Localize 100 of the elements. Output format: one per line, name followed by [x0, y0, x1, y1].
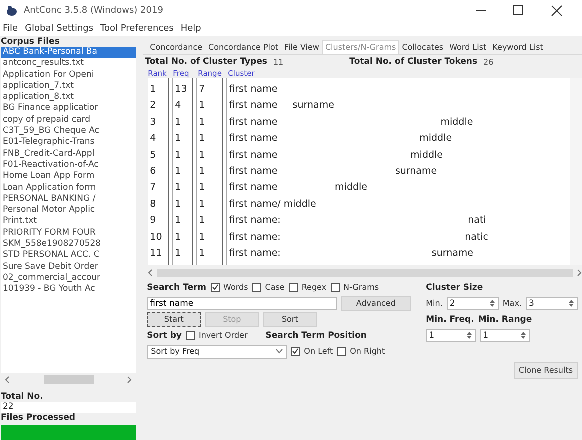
- table-cell-text: 1: [174, 246, 182, 261]
- start-button[interactable]: Start: [147, 312, 202, 327]
- min-range-label: Min. Range: [478, 314, 532, 324]
- table-cell-text: first name middle: [228, 148, 444, 163]
- tab[interactable]: Clusters/N-Grams: [322, 40, 400, 54]
- corpus-file[interactable]: Home Loan App Form: [1, 171, 136, 183]
- menu-item[interactable]: Help: [180, 24, 202, 34]
- corpus-file[interactable]: Print.txt: [1, 216, 136, 228]
- corpus-file[interactable]: F01-Reactivation-of-Ac: [1, 160, 136, 172]
- checkbox-label: Words: [224, 283, 248, 292]
- table-cell-text: 1: [174, 116, 182, 130]
- spinner-arrows-icon[interactable]: [568, 299, 575, 308]
- chevron-left-icon[interactable]: [5, 376, 10, 384]
- corpus-file[interactable]: 101939 - BG Youth Ac: [1, 284, 136, 296]
- corpus-file[interactable]: application_7.txt: [1, 80, 136, 92]
- table-cell-text: 6: [149, 164, 158, 179]
- table-cell-text: 5: [149, 148, 158, 163]
- table-cell-text: 1: [149, 83, 158, 97]
- checkbox[interactable]: [186, 331, 195, 340]
- checkbox[interactable]: [330, 283, 340, 292]
- corpus-file[interactable]: C3T_59_BG Cheque Ac: [1, 126, 136, 138]
- checkbox[interactable]: [210, 283, 220, 292]
- table-cell-text: 1: [198, 198, 206, 212]
- corpus-file[interactable]: antconc_results.txt: [1, 58, 136, 70]
- search-term-label: Search Term: [147, 282, 207, 292]
- min-freq-label: Min. Freq.: [426, 314, 474, 324]
- total-label: Total No.: [1, 392, 44, 402]
- cluster-tokens-value: 26: [484, 58, 494, 66]
- table-cell-text: 4: [149, 132, 158, 146]
- tab[interactable]: Concordance: [147, 40, 206, 54]
- table-cell-text: 1: [198, 181, 206, 196]
- corpus-file[interactable]: FNB_Credit-Card-Appl: [1, 148, 136, 160]
- checkbox-label: On Left: [304, 347, 334, 356]
- min-freq-spinner[interactable]: 1: [426, 329, 476, 342]
- checkbox-label: Case: [265, 283, 285, 292]
- table-cell-text: 1: [198, 246, 206, 261]
- tab[interactable]: Keyword List: [490, 40, 546, 54]
- corpus-file[interactable]: PRIORITY FORM FOUR: [1, 228, 136, 240]
- corpus-file[interactable]: PERSONAL BANKING /: [1, 194, 136, 206]
- table-cell-text: first name middle: [228, 132, 454, 146]
- table-cell-text: 10: [149, 230, 164, 245]
- scrollbar[interactable]: [148, 267, 582, 278]
- max-spinner[interactable]: 3: [526, 297, 578, 310]
- table-cell-text: 1: [198, 99, 206, 114]
- corpus-file[interactable]: Loan Application form: [1, 182, 136, 194]
- spinner-arrows-icon[interactable]: [520, 331, 528, 340]
- checkbox[interactable]: [291, 347, 300, 356]
- table-cell-text: 1: [198, 230, 206, 245]
- chevron-right-icon[interactable]: [577, 268, 582, 276]
- search-term-position-label: Search Term Position: [266, 330, 367, 340]
- chevron-down-icon: [276, 349, 284, 354]
- corpus-file[interactable]: application_8.txt: [1, 92, 136, 104]
- table-cell-text: 1: [174, 181, 182, 196]
- chevron-right-icon[interactable]: [127, 376, 132, 384]
- table-cell-text: 1: [174, 198, 182, 212]
- menu-item[interactable]: Global Settings: [25, 24, 94, 34]
- min-range-spinner[interactable]: 1: [480, 329, 530, 342]
- table-cell-text: first name/ middle: [228, 198, 318, 212]
- table-cell-text: 7: [149, 181, 158, 196]
- spinner-arrows-icon[interactable]: [466, 331, 474, 340]
- checkbox-label: On Right: [350, 347, 386, 356]
- corpus-file[interactable]: 02_commercial_accour: [1, 272, 136, 284]
- corpus-file[interactable]: ABC Bank-Personal Ba: [1, 47, 136, 58]
- corpus-file[interactable]: STD PERSONAL ACC. C: [1, 250, 136, 262]
- table-cell-text: first name surname: [228, 99, 336, 114]
- corpus-file[interactable]: BG Finance applicatior: [1, 103, 136, 115]
- min-label: Min.: [426, 299, 443, 308]
- table-cell-text: first name: natic: [228, 230, 490, 245]
- menu-item[interactable]: File: [3, 24, 18, 34]
- chevron-left-icon[interactable]: [148, 268, 154, 276]
- table-cell-text: 1: [198, 116, 206, 130]
- sort-select[interactable]: Sort by Freq: [147, 344, 288, 358]
- checkbox[interactable]: [288, 283, 298, 292]
- advanced-button[interactable]: Advanced: [341, 296, 412, 311]
- table-cell-text: 1: [198, 164, 206, 179]
- tab[interactable]: Collocates: [399, 40, 447, 54]
- table-cell-text: 11: [149, 246, 164, 261]
- table-cell-text: 1: [198, 214, 206, 228]
- tab[interactable]: File View: [282, 40, 322, 54]
- corpus-file[interactable]: E01-Telegraphic-Trans: [1, 137, 136, 149]
- checkbox[interactable]: [337, 347, 346, 356]
- sort-button[interactable]: Sort: [263, 312, 318, 327]
- min-spinner[interactable]: 2: [446, 297, 499, 310]
- corpus-file[interactable]: Application For Openi: [1, 70, 136, 81]
- tab[interactable]: Word List: [446, 40, 490, 54]
- corpus-files-label: Corpus Files: [1, 37, 61, 47]
- checkbox[interactable]: [252, 283, 262, 292]
- search-field[interactable]: first name: [147, 297, 338, 310]
- corpus-file[interactable]: SKM_558e1908270528: [1, 239, 136, 250]
- menu-item[interactable]: Tool Preferences: [100, 24, 174, 34]
- tab[interactable]: Concordance Plot: [206, 40, 282, 54]
- clone-results-button[interactable]: Clone Results: [514, 362, 578, 379]
- files-processed-label: Files Processed: [1, 413, 76, 423]
- table-cell-text: 13: [174, 83, 188, 97]
- corpus-file[interactable]: Personal Motor Applic: [1, 205, 136, 216]
- corpus-file[interactable]: copy of prepaid card: [1, 114, 136, 126]
- spinner-arrows-icon[interactable]: [488, 299, 496, 308]
- cluster-size-label: Cluster Size: [426, 282, 484, 292]
- table-cell-text: 9: [149, 214, 158, 228]
- corpus-file[interactable]: Sure Save Debit Order: [1, 262, 136, 273]
